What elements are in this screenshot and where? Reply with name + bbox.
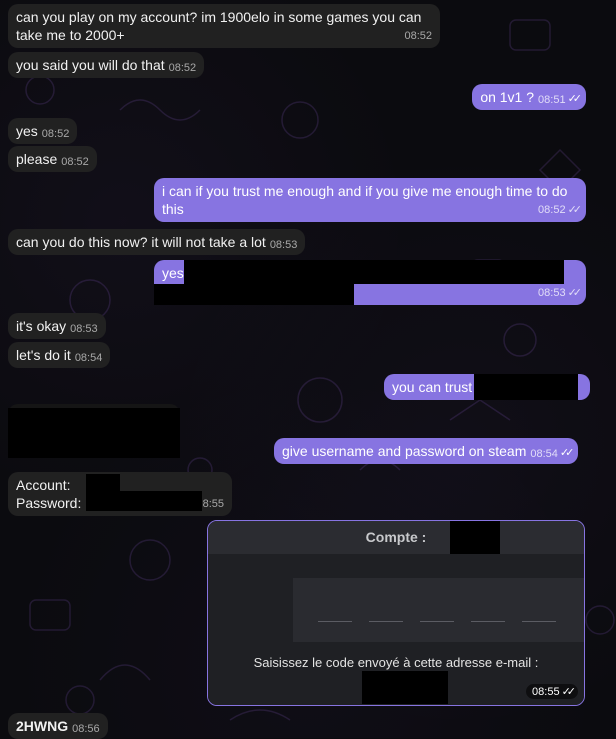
redacted-block: [474, 374, 578, 400]
incoming-message[interactable]: 2HWNG 08:56: [8, 713, 108, 739]
code-slot: [522, 621, 556, 622]
message-time: 08:55 ✓✓: [526, 684, 578, 699]
message-time: 08:52: [168, 62, 197, 74]
read-receipt-icon: ✓✓: [567, 204, 583, 216]
message-time: 08:54: [530, 448, 558, 460]
message-time: 08:52: [41, 128, 70, 140]
redacted-block: [8, 408, 180, 458]
message-time: 8:55: [202, 498, 224, 510]
message-text: it's okay: [16, 318, 67, 334]
message-time: 08:53: [269, 239, 298, 251]
card-body: Saisissez le code envoyé à cette adresse…: [208, 554, 584, 705]
incoming-message[interactable]: please 08:52: [8, 146, 97, 172]
message-text: 2HWNG: [16, 718, 69, 734]
message-text: yes: [162, 265, 184, 281]
steam-code-screenshot[interactable]: Compte : Saisissez le code envoyé à cett…: [207, 520, 585, 706]
message-time: 08:56: [72, 723, 100, 735]
incoming-message[interactable]: Account: Password: 8:55: [8, 472, 232, 516]
redacted-account: [86, 474, 120, 492]
outgoing-message[interactable]: i can if you trust me enough and if you …: [154, 178, 586, 222]
card-header: Compte :: [208, 521, 584, 554]
message-text: please: [16, 151, 58, 167]
message-text: i can if you trust me enough and if you …: [162, 183, 568, 217]
code-slot: [369, 621, 403, 622]
message-text: you can trust: [392, 379, 473, 395]
read-receipt-icon: ✓✓: [559, 447, 575, 459]
outgoing-message[interactable]: give username and password on steam 08:54…: [274, 438, 579, 464]
message-time: 08:52: [404, 30, 432, 42]
message-text: on 1v1 ?: [480, 89, 535, 105]
outgoing-message[interactable]: you can trust: [384, 374, 590, 400]
redacted-block: [184, 260, 564, 284]
redacted-account-name: [450, 521, 500, 554]
incoming-message[interactable]: can you play on my account? im 1900elo i…: [8, 4, 440, 48]
outgoing-message[interactable]: on 1v1 ? 08:51 ✓✓: [472, 84, 586, 110]
message-text: let's do it: [16, 347, 71, 363]
incoming-message[interactable]: let's do it 08:54: [8, 342, 111, 368]
read-receipt-icon: ✓✓: [567, 287, 583, 299]
code-slot: [471, 621, 505, 622]
incoming-message[interactable]: you said you will do that 08:52: [8, 52, 205, 78]
message-time: 08:53: [70, 323, 98, 335]
message-time: 08:53 ✓✓: [538, 284, 583, 302]
card-title: Compte :: [365, 529, 427, 545]
read-receipt-icon: ✓✓: [561, 686, 577, 698]
incoming-message[interactable]: yes 08:52: [8, 118, 78, 144]
read-receipt-icon: ✓✓: [567, 93, 583, 105]
message-text: can you play on my account? im 1900elo i…: [16, 9, 422, 43]
message-text: yes: [16, 123, 38, 139]
message-text: give username and password on steam: [282, 443, 527, 459]
message-time: 08:54: [74, 352, 103, 364]
redacted-password: [86, 491, 202, 511]
message-time: 08:51: [538, 94, 566, 106]
redacted-block: [154, 284, 354, 305]
code-slot: [420, 621, 454, 622]
message-time: 08:52 ✓✓: [538, 201, 583, 219]
incoming-message[interactable]: it's okay 08:53: [8, 313, 106, 339]
incoming-message[interactable]: can you do this now? it will not take a …: [8, 229, 306, 255]
outgoing-message[interactable]: yes 08:53 ✓✓: [154, 260, 586, 305]
message-time: 08:52: [61, 156, 89, 168]
card-instruction: Saisissez le code envoyé à cette adresse…: [253, 655, 539, 670]
message-text: you said you will do that: [16, 57, 165, 73]
redacted-email: [362, 671, 448, 704]
message-text: can you do this now? it will not take a …: [16, 234, 266, 250]
incoming-message-redacted[interactable]: [8, 404, 180, 458]
code-slot: [318, 621, 352, 622]
code-input-box: [293, 578, 584, 642]
